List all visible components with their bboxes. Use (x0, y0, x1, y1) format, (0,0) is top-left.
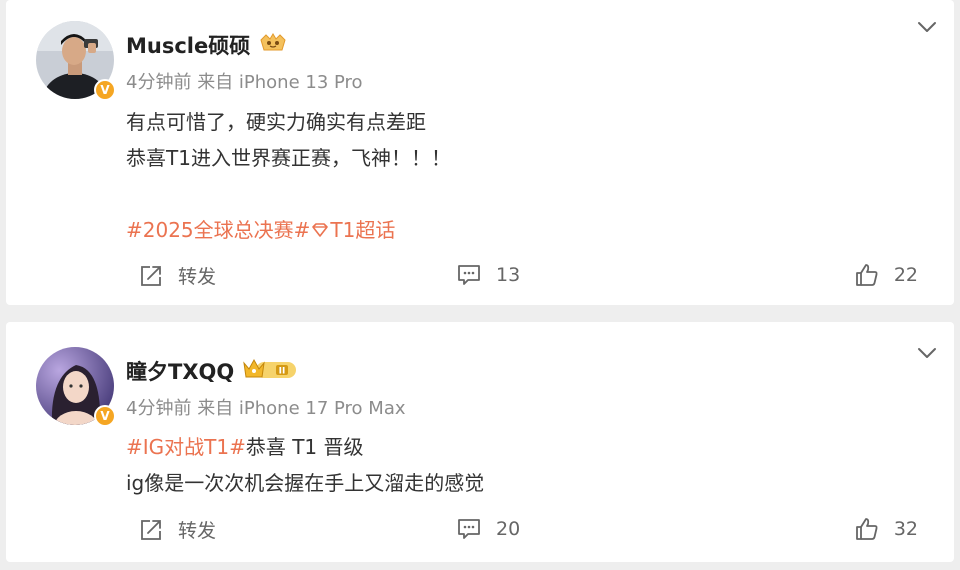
action-bar: 转发 20 32 (134, 516, 924, 550)
avatar[interactable]: V (36, 347, 116, 427)
super-topic-diamond-icon (312, 223, 329, 237)
comment-count: 20 (496, 518, 521, 540)
repost-label: 转发 (178, 520, 217, 542)
post-line: ig像是一次次机会握在手上又溜走的感觉 (126, 471, 485, 495)
comment-button[interactable]: 13 (456, 262, 520, 288)
comment-count: 13 (496, 264, 521, 286)
repost-icon (141, 265, 161, 286)
like-button[interactable]: 32 (854, 516, 918, 542)
topic-link[interactable]: #2025全球总决赛# (126, 218, 310, 242)
like-button[interactable]: 22 (854, 262, 918, 288)
chevron-down-icon[interactable] (916, 342, 938, 364)
verified-v-icon: V (94, 405, 116, 427)
post-text: #IG对战T1#恭喜 T1 晋级 ig像是一次次机会握在手上又溜走的感觉 (126, 429, 484, 501)
repost-label: 转发 (178, 266, 217, 288)
comment-icon (458, 265, 480, 285)
repost-button[interactable]: 转发 (138, 262, 216, 289)
comment-icon (458, 519, 480, 539)
post-line: #IG对战T1#恭喜 T1 晋级 (126, 429, 484, 465)
post-meta: 4分钟前 来自 iPhone 17 Pro Max (126, 394, 406, 420)
repost-icon (141, 519, 161, 540)
action-bar: 转发 13 22 (134, 262, 924, 296)
post-line-text: 恭喜 T1 晋级 (245, 435, 364, 459)
post-meta: 4分钟前 来自 iPhone 13 Pro (126, 68, 363, 94)
post-card: V 瞳夕TXQQ II 4分钟前 来自 iPhone 17 Pro Max #I… (6, 322, 954, 562)
like-count: 32 (893, 518, 918, 540)
post-card: V Muscle硕硕 4分钟前 来自 iPhone 13 Pro 有点可惜了，硬… (6, 0, 954, 305)
post-source: 来自 iPhone 13 Pro (197, 72, 363, 93)
verified-v-icon: V (94, 79, 116, 101)
like-count: 22 (893, 264, 918, 286)
fan-badge-icon (258, 32, 288, 58)
post-time: 4分钟前 (126, 72, 192, 93)
post-source: 来自 iPhone 17 Pro Max (197, 398, 406, 419)
post-line: 恭喜T1进入世界赛正赛，飞神！！！ (126, 146, 451, 170)
username[interactable]: Muscle硕硕 (126, 30, 250, 60)
repost-button[interactable]: 转发 (138, 516, 216, 543)
post-text: 有点可惜了，硬实力确实有点差距 恭喜T1进入世界赛正赛，飞神！！！ #2025全… (126, 104, 451, 248)
topic-link[interactable]: #IG对战T1# (126, 435, 246, 459)
thumbs-up-icon (855, 264, 878, 286)
comment-button[interactable]: 20 (456, 516, 520, 542)
svg-text:II: II (279, 367, 286, 377)
super-topic-label: T1超话 (330, 218, 396, 242)
post-time: 4分钟前 (126, 398, 192, 419)
topic-line: #2025全球总决赛# T1超话 (126, 212, 451, 248)
crown-level-badge-icon: II (242, 357, 298, 385)
chevron-down-icon[interactable] (916, 16, 938, 38)
super-topic-link[interactable]: T1超话 (310, 218, 395, 242)
avatar[interactable]: V (36, 21, 116, 101)
username[interactable]: 瞳夕TXQQ (126, 356, 234, 386)
thumbs-up-icon (855, 518, 878, 540)
post-line: 有点可惜了，硬实力确实有点差距 (126, 110, 426, 134)
